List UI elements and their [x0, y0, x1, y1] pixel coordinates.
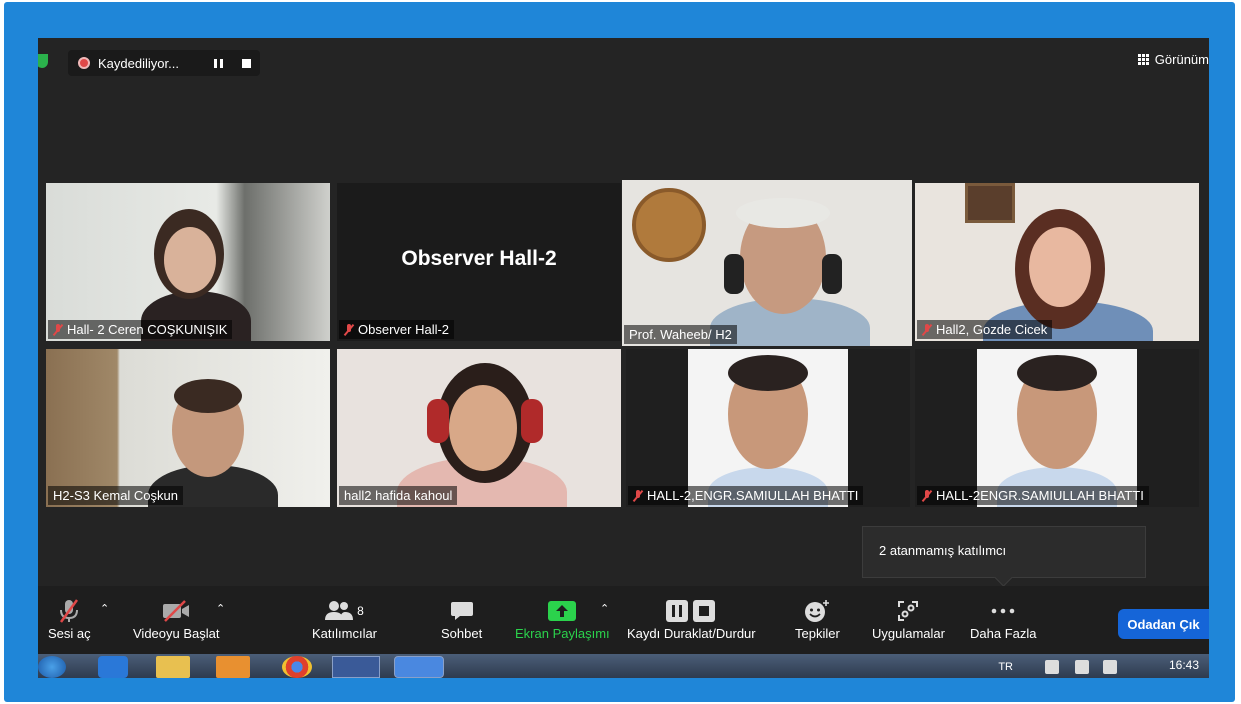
participant-photo	[915, 349, 1199, 507]
network-icon[interactable]	[1075, 660, 1089, 674]
participant-name-label: H2-S3 Kemal Coşkun	[48, 486, 183, 505]
view-label: Görünüm	[1154, 52, 1209, 67]
start-button-icon[interactable]	[38, 656, 66, 678]
video-tile[interactable]: Observer Hall-2 Observer Hall-2	[337, 183, 621, 341]
video-tile[interactable]: HALL-2,ENGR.SAMIULLAH BHATTI	[626, 349, 910, 507]
share-screen-button[interactable]: Ekran Paylaşımı	[515, 596, 610, 641]
unmute-label: Sesi aç	[48, 626, 91, 641]
zoom-taskbar-icon[interactable]	[394, 656, 444, 678]
chat-icon	[450, 596, 474, 626]
participant-name-label: hall2 hafida kahoul	[339, 486, 458, 505]
video-tile[interactable]: H2-S3 Kemal Coşkun	[46, 349, 330, 507]
volume-icon[interactable]	[1103, 660, 1117, 674]
apps-icon	[896, 596, 920, 626]
reactions-button[interactable]: Tepkiler	[795, 596, 840, 641]
more-label: Daha Fazla	[970, 626, 1037, 641]
apps-button[interactable]: Uygulamalar	[872, 596, 945, 641]
chat-button[interactable]: Sohbet	[441, 596, 482, 641]
participant-name-label: HALL-2,ENGR.SAMIULLAH BHATTI	[628, 486, 864, 505]
view-button[interactable]: Görünüm	[1137, 52, 1209, 67]
participant-video	[622, 180, 912, 346]
security-shield-icon[interactable]	[38, 54, 48, 68]
participant-name-label: HALL-2ENGR.SAMIULLAH BHATTI	[917, 486, 1149, 505]
participant-video	[915, 183, 1199, 341]
share-options-caret-icon[interactable]: ⌃	[600, 602, 609, 615]
video-off-icon	[161, 596, 191, 626]
unmute-button[interactable]: Sesi aç	[48, 596, 91, 641]
mic-muted-icon	[53, 323, 63, 336]
language-indicator[interactable]: TR	[998, 661, 1013, 673]
participant-video	[46, 349, 330, 507]
participants-button[interactable]: 8 Katılımcılar	[312, 596, 377, 641]
stop-recording-button[interactable]	[232, 50, 260, 76]
participant-video	[337, 349, 621, 507]
more-button[interactable]: Daha Fazla	[970, 596, 1036, 641]
folder-icon[interactable]	[156, 656, 190, 678]
zoom-meeting-window: Kaydediliyor... Görünüm Hall- 2 Ceren CO…	[38, 38, 1209, 678]
participant-placeholder-name: Observer Hall-2	[401, 247, 557, 270]
participants-label: Katılımcılar	[312, 626, 378, 641]
window-frame: Kaydediliyor... Görünüm Hall- 2 Ceren CO…	[4, 2, 1235, 702]
media-player-icon[interactable]	[216, 656, 250, 678]
grid-view-icon	[1137, 54, 1149, 65]
share-screen-icon	[548, 596, 577, 626]
chrome-icon[interactable]	[282, 656, 312, 678]
audio-options-caret-icon[interactable]: ⌃	[100, 602, 109, 615]
participant-photo	[626, 349, 910, 507]
apps-label: Uygulamalar	[872, 626, 945, 641]
pause-stop-recording-button[interactable]: Kaydı Duraklat/Durdur	[627, 596, 756, 641]
mic-muted-icon	[922, 323, 932, 336]
participant-name-label: Prof. Waheeb/ H2	[624, 325, 737, 344]
participants-icon: 8	[325, 596, 364, 626]
chat-label: Sohbet	[441, 626, 483, 641]
reactions-icon	[804, 596, 830, 626]
meeting-toolbar: Sesi aç ⌃ Videoyu Başlat ⌃ 8 Katılımcıla…	[38, 586, 1209, 654]
clock[interactable]: 16:43	[1169, 658, 1199, 672]
windows-taskbar: TR 16:43	[38, 654, 1209, 678]
internet-explorer-icon[interactable]	[98, 656, 128, 678]
pause-recording-button[interactable]	[204, 50, 232, 76]
video-tile[interactable]: Hall2, Gozde Cicek	[915, 183, 1199, 341]
participants-count: 8	[357, 604, 364, 618]
start-video-label: Videoyu Başlat	[133, 626, 220, 641]
video-tile[interactable]: HALL-2ENGR.SAMIULLAH BHATTI	[915, 349, 1199, 507]
video-tile[interactable]: Hall- 2 Ceren COŞKUNIŞIK	[46, 183, 330, 341]
unassigned-participants-tooltip: 2 atanmamış katılımcı	[862, 526, 1146, 578]
stop-icon	[241, 58, 251, 68]
mic-muted-icon	[633, 489, 643, 502]
mic-muted-icon	[344, 323, 354, 336]
tray-flag-icon[interactable]	[1045, 660, 1059, 674]
pause-stop-icon	[665, 596, 717, 626]
start-video-button[interactable]: Videoyu Başlat	[133, 596, 220, 641]
participant-name-label: Hall- 2 Ceren COŞKUNIŞIK	[48, 320, 233, 339]
recording-label: Kaydediliyor...	[98, 55, 179, 71]
recording-dot-icon	[78, 57, 90, 69]
mic-muted-icon	[57, 596, 81, 626]
mic-muted-icon	[922, 489, 932, 502]
pause-icon	[213, 58, 223, 68]
recording-indicator: Kaydediliyor...	[68, 50, 260, 76]
participant-name-label: Hall2, Gozde Cicek	[917, 320, 1053, 339]
participant-video	[46, 183, 330, 341]
participant-name-label: Observer Hall-2	[339, 320, 455, 339]
video-tile-active-speaker[interactable]: Prof. Waheeb/ H2	[622, 180, 912, 346]
pause-stop-recording-label: Kaydı Duraklat/Durdur	[627, 626, 756, 641]
video-options-caret-icon[interactable]: ⌃	[216, 602, 225, 615]
word-icon[interactable]	[332, 656, 380, 678]
reactions-label: Tepkiler	[795, 626, 840, 641]
more-dots-icon	[991, 596, 1015, 626]
leave-room-button[interactable]: Odadan Çık	[1118, 609, 1209, 639]
share-screen-label: Ekran Paylaşımı	[515, 626, 610, 641]
video-tile[interactable]: hall2 hafida kahoul	[337, 349, 621, 507]
